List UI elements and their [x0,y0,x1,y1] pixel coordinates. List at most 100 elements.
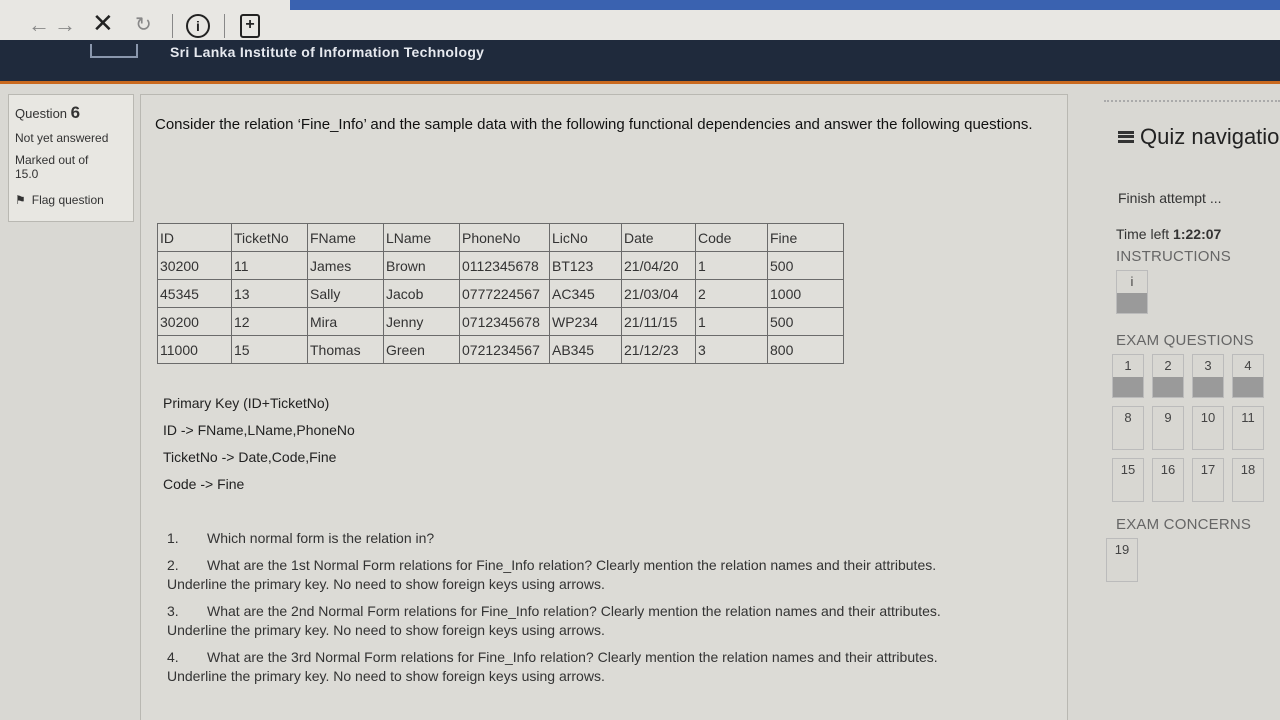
table-cell: 500 [767,307,844,336]
question-nav-button[interactable]: 15 [1112,458,1144,502]
question-nav-button[interactable]: 2 [1152,354,1184,398]
reload-icon[interactable]: ↻ [135,12,152,37]
question-nav-button[interactable]: 4 [1232,354,1264,398]
quiz-navigation-panel: Quiz navigatio Finish attempt ... Time l… [1104,100,1280,720]
info-icon[interactable]: i [186,14,210,38]
table-cell: 13 [231,279,308,308]
table-cell: 30200 [157,251,232,280]
table-cell: 21/11/15 [621,307,696,336]
table-cell: 2 [695,279,768,308]
question-info-panel: Question 6 Not yet answered Marked out o… [8,94,134,222]
table-cell: Jacob [383,279,460,308]
question-nav-label: 16 [1160,462,1176,477]
question-nav-button[interactable]: 16 [1152,458,1184,502]
finish-attempt-link[interactable]: Finish attempt ... [1118,190,1221,206]
subquestion-item: 3. What are the 2nd Normal Form relations… [167,602,987,640]
table-cell: 15 [231,335,308,364]
instructions-label: INSTRUCTIONS [1116,248,1231,265]
question-nav-label: 9 [1164,410,1172,425]
table-row: 30200 11 James Brown 0112345678 BT123 21… [157,251,844,280]
question-nav-button[interactable]: 17 [1192,458,1224,502]
table-cell: Jenny [383,307,460,336]
table-header: TicketNo [231,223,308,252]
table-header: Code [695,223,768,252]
instructions-button[interactable]: i [1116,270,1148,314]
question-nav-label: 10 [1200,410,1216,425]
question-nav-label: 11 [1241,410,1255,425]
question-nav-label: 17 [1200,462,1216,477]
subquestion-text: What are the 1st Normal Form relations f… [167,557,937,592]
dependency-line: Primary Key (ID+TicketNo) [163,395,330,411]
institute-logo-icon [90,44,138,58]
arrow-right-icon[interactable]: → [54,12,76,38]
table-cell: 30200 [157,307,232,336]
question-nav-label: 3 [1204,358,1212,373]
table-header: PhoneNo [459,223,550,252]
close-icon[interactable]: ✕ [92,8,114,39]
time-left-label: Time left [1116,226,1170,242]
question-nav-button[interactable]: 18 [1232,458,1264,502]
table-cell: James [307,251,384,280]
browser-accent-bar [290,0,1280,10]
question-nav-label: 8 [1124,410,1132,425]
subquestion-text: What are the 2nd Normal Form relations f… [167,603,941,638]
subquestion-item: 4. What are the 3rd Normal Form relations… [167,648,987,686]
subquestion-item: 1. Which normal form is the relation in? [167,529,987,548]
dependency-line: Code -> Fine [163,476,245,492]
time-left: Time left 1:22:07 [1116,226,1221,242]
table-cell: 0721234567 [459,335,550,364]
subquestion-text: Which normal form is the relation in? [207,530,435,546]
table-cell: 0112345678 [459,251,550,280]
question-nav-button[interactable]: 10 [1192,406,1224,450]
table-cell: 0712345678 [459,307,550,336]
question-label: Question [15,106,68,121]
table-header: Fine [767,223,844,252]
table-row: 30200 12 Mira Jenny 0712345678 WP234 21/… [157,307,844,336]
new-tab-icon[interactable]: + [240,14,260,38]
table-cell: 11000 [157,335,232,364]
subquestion-number: 3. [167,603,179,619]
menu-icon[interactable] [1118,131,1134,143]
table-cell: 1 [695,307,768,336]
question-nav-button[interactable]: 19 [1106,538,1138,582]
question-nav-label: 19 [1114,542,1130,557]
table-cell: AB345 [549,335,622,364]
table-cell: 1000 [767,279,844,308]
flag-icon: ⚑ [15,193,26,207]
time-left-value: 1:22:07 [1173,226,1222,242]
table-header: FName [307,223,384,252]
question-number-value: 6 [70,103,81,122]
table-header: LicNo [549,223,622,252]
question-nav-button[interactable]: 9 [1152,406,1184,450]
table-cell: AC345 [549,279,622,308]
table-cell: 1 [695,251,768,280]
table-cell: Sally [307,279,384,308]
question-nav-label: 1 [1124,358,1132,373]
question-content: Consider the relation ‘Fine_Info’ and th… [140,94,1068,720]
table-header: LName [383,223,460,252]
table-cell: Mira [307,307,384,336]
question-nav-button[interactable]: 11 [1232,406,1264,450]
question-nav-button[interactable]: 1 [1112,354,1144,398]
question-nav-label: 4 [1244,358,1252,373]
toolbar-divider [224,14,225,38]
table-row: 11000 15 Thomas Green 0721234567 AB345 2… [157,335,844,364]
table-cell: BT123 [549,251,622,280]
question-nav-label: 18 [1240,462,1256,477]
question-status: Not yet answered [15,131,109,145]
instructions-button-label: i [1130,274,1134,289]
table-cell: 11 [231,251,308,280]
question-mark-label: Marked out of [15,153,89,167]
quiz-navigation-title: Quiz navigatio [1118,124,1279,150]
arrow-left-icon[interactable]: ← [28,12,50,38]
flag-question-button[interactable]: ⚑ Flag question [15,193,127,207]
subquestion-number: 1. [167,530,179,546]
question-nav-button[interactable]: 3 [1192,354,1224,398]
exam-questions-label: EXAM QUESTIONS [1116,332,1254,349]
table-cell: 500 [767,251,844,280]
question-nav-button[interactable]: 8 [1112,406,1144,450]
table-header-row: ID TicketNo FName LName PhoneNo LicNo Da… [157,223,844,252]
quiz-navigation-label: Quiz navigatio [1140,124,1280,149]
functional-dependencies: Primary Key (ID+TicketNo) ID -> FName,LN… [163,395,355,503]
question-nav-label: 15 [1120,462,1136,477]
